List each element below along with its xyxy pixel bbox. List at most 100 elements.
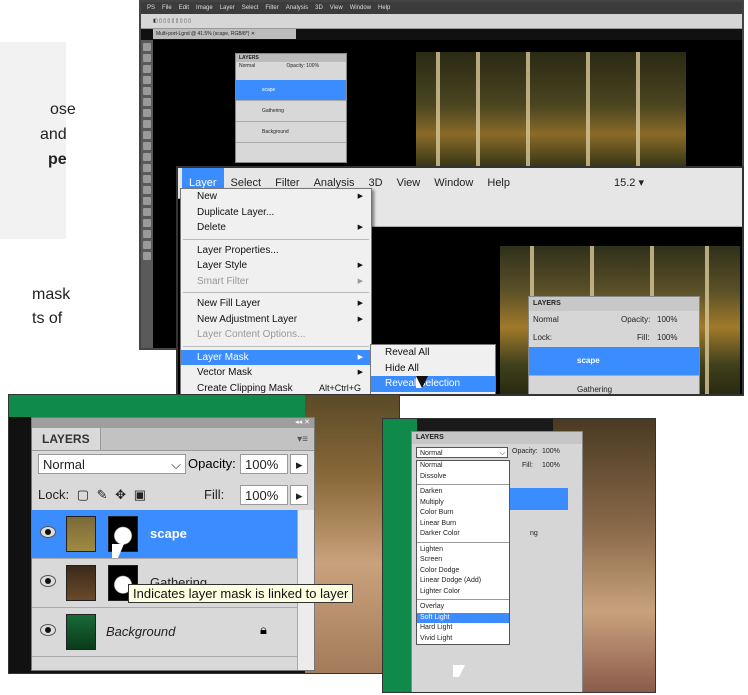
healing-tool-icon[interactable] bbox=[143, 109, 151, 117]
layer-row[interactable]: scape bbox=[529, 347, 699, 376]
layer-row[interactable]: Gathering bbox=[236, 101, 346, 122]
visibility-eye-icon[interactable] bbox=[40, 575, 56, 587]
marquee-tool-icon[interactable] bbox=[143, 54, 151, 62]
submenu-arrow-icon: ▶ bbox=[357, 224, 363, 231]
menu-item[interactable]: Select bbox=[242, 5, 259, 11]
blend-mode-select[interactable]: Normal bbox=[239, 63, 255, 69]
brush-tool-icon[interactable] bbox=[143, 120, 151, 128]
blend-mode-option[interactable]: Lighter Color bbox=[417, 587, 509, 598]
opacity-arrow-button[interactable]: ▸ bbox=[290, 454, 308, 474]
blend-mode-select[interactable]: Normal ⌵ bbox=[416, 447, 508, 458]
visibility-eye-icon[interactable] bbox=[40, 624, 56, 636]
menu-item-help[interactable]: Help bbox=[480, 168, 517, 198]
menu-item[interactable]: 3D bbox=[315, 5, 323, 11]
blend-mode-option[interactable]: Darken bbox=[417, 487, 509, 498]
opacity-field[interactable]: 100% bbox=[542, 448, 560, 455]
menu-item[interactable]: Window bbox=[350, 5, 371, 11]
menu-item-window[interactable]: Window bbox=[427, 168, 480, 198]
menu-item[interactable]: Edit bbox=[179, 5, 189, 11]
menu-item[interactable]: Layer Properties... bbox=[181, 243, 371, 259]
lasso-tool-icon[interactable] bbox=[143, 65, 151, 73]
menu-item-view[interactable]: View bbox=[390, 168, 428, 198]
menu-item[interactable]: Image bbox=[196, 5, 213, 11]
fill-field[interactable]: 100% bbox=[657, 329, 677, 347]
lock-transparent-icon[interactable]: ▢ bbox=[77, 487, 89, 502]
menu-item[interactable]: Layer Mask ▶ bbox=[181, 349, 371, 365]
blend-mode-option[interactable]: Screen bbox=[417, 555, 509, 566]
blend-mode-option[interactable]: Soft Light bbox=[417, 612, 509, 623]
blur-tool-icon[interactable] bbox=[143, 175, 151, 183]
menu-item[interactable]: File bbox=[162, 5, 172, 11]
zoom-select[interactable]: 15.2 ▾ bbox=[607, 168, 651, 198]
menu-item[interactable]: Vector Mask ▶ bbox=[181, 365, 371, 381]
menu-item[interactable]: New ▶ bbox=[181, 189, 371, 205]
menu-item[interactable]: PS bbox=[147, 5, 155, 11]
blend-mode-option[interactable]: Multiply bbox=[417, 498, 509, 509]
layers-tab[interactable]: LAYERS bbox=[32, 428, 101, 450]
blend-mode-option[interactable]: Linear Burn bbox=[417, 519, 509, 530]
menu-item[interactable]: Filter bbox=[265, 5, 278, 11]
layer-row[interactable]: Background bbox=[236, 122, 346, 143]
menu-item[interactable]: Layer bbox=[220, 5, 235, 11]
blend-mode-option[interactable]: Vivid Light bbox=[417, 634, 509, 645]
layer-row[interactable]: scape bbox=[236, 80, 346, 101]
layer-menu-screenshot: Layer Select Filter Analysis 3D View Window Hel… bbox=[176, 166, 744, 396]
blend-mode-select[interactable]: Normal bbox=[533, 315, 559, 324]
panel-menu-icon[interactable]: ▾≡ bbox=[297, 434, 308, 445]
crop-tool-icon[interactable] bbox=[143, 87, 151, 95]
submenu-arrow-icon: ▶ bbox=[357, 262, 363, 269]
submenu-item[interactable]: Reveal Selection bbox=[371, 376, 495, 392]
stamp-tool-icon[interactable] bbox=[143, 131, 151, 139]
hand-tool-icon[interactable] bbox=[143, 241, 151, 249]
blend-mode-select[interactable]: Normal ⌵ bbox=[38, 454, 186, 474]
blend-mode-option[interactable]: Normal bbox=[417, 461, 509, 472]
blend-mode-option[interactable]: Color Dodge bbox=[417, 566, 509, 577]
menu-item[interactable]: Help bbox=[378, 5, 390, 11]
blend-mode-option[interactable]: Color Burn bbox=[417, 508, 509, 519]
pen-tool-icon[interactable] bbox=[143, 197, 151, 205]
fill-field[interactable]: 100% bbox=[542, 462, 560, 469]
lock-position-icon[interactable]: ✥ bbox=[115, 487, 126, 502]
blend-mode-option[interactable]: Darker Color bbox=[417, 529, 509, 540]
zoom-tool-icon[interactable] bbox=[143, 252, 151, 260]
layer-row[interactable]: Gathering bbox=[529, 376, 699, 394]
path-select-tool-icon[interactable] bbox=[143, 219, 151, 227]
lock-all-icon[interactable]: ▣ bbox=[134, 487, 146, 502]
menu-item[interactable]: Analysis bbox=[286, 5, 308, 11]
menu-item[interactable]: New Fill Layer ▶ bbox=[181, 296, 371, 312]
submenu-item[interactable]: Hide All bbox=[371, 361, 495, 377]
menu-item[interactable]: Layer Style ▶ bbox=[181, 258, 371, 274]
blend-mode-option[interactable]: Dissolve bbox=[417, 472, 509, 483]
blend-mode-option[interactable]: Lighten bbox=[417, 545, 509, 556]
quick-select-tool-icon[interactable] bbox=[143, 76, 151, 84]
opacity-field[interactable]: 100% bbox=[657, 311, 677, 329]
opacity-field[interactable]: 100% bbox=[240, 454, 288, 474]
visibility-eye-icon[interactable] bbox=[40, 526, 56, 538]
lock-label: Lock: bbox=[38, 487, 70, 502]
dodge-tool-icon[interactable] bbox=[143, 186, 151, 194]
eyedropper-tool-icon[interactable] bbox=[143, 98, 151, 106]
list-separator bbox=[417, 484, 509, 485]
body-text-fragment: and bbox=[40, 126, 67, 143]
move-tool-icon[interactable] bbox=[143, 43, 151, 51]
layer-row[interactable]: scape bbox=[32, 510, 298, 559]
shape-tool-icon[interactable] bbox=[143, 230, 151, 238]
lock-pixels-icon[interactable]: ✎ bbox=[97, 487, 108, 502]
mouse-cursor-icon bbox=[453, 665, 465, 677]
menu-item[interactable]: Duplicate Layer... bbox=[181, 205, 371, 221]
menu-item[interactable]: View bbox=[330, 5, 343, 11]
submenu-item[interactable]: Reveal All bbox=[371, 345, 495, 361]
blend-mode-option[interactable]: Hard Light bbox=[417, 623, 509, 634]
menu-item[interactable]: Delete ▶ bbox=[181, 220, 371, 236]
blend-mode-option[interactable]: Overlay bbox=[417, 602, 509, 613]
type-tool-icon[interactable] bbox=[143, 208, 151, 216]
eraser-tool-icon[interactable] bbox=[143, 153, 151, 161]
fill-field[interactable]: 100% bbox=[240, 485, 288, 505]
document-tab[interactable]: Multi-port-Lgnd @ 41.5% (scape, RGB/8*) … bbox=[153, 29, 296, 39]
fill-arrow-button[interactable]: ▸ bbox=[290, 485, 308, 505]
menu-item[interactable]: New Adjustment Layer ▶ bbox=[181, 312, 371, 328]
layer-row[interactable]: Background 🔒︎ bbox=[32, 608, 298, 657]
history-brush-icon[interactable] bbox=[143, 142, 151, 150]
blend-mode-option[interactable]: Linear Dodge (Add) bbox=[417, 576, 509, 587]
gradient-tool-icon[interactable] bbox=[143, 164, 151, 172]
